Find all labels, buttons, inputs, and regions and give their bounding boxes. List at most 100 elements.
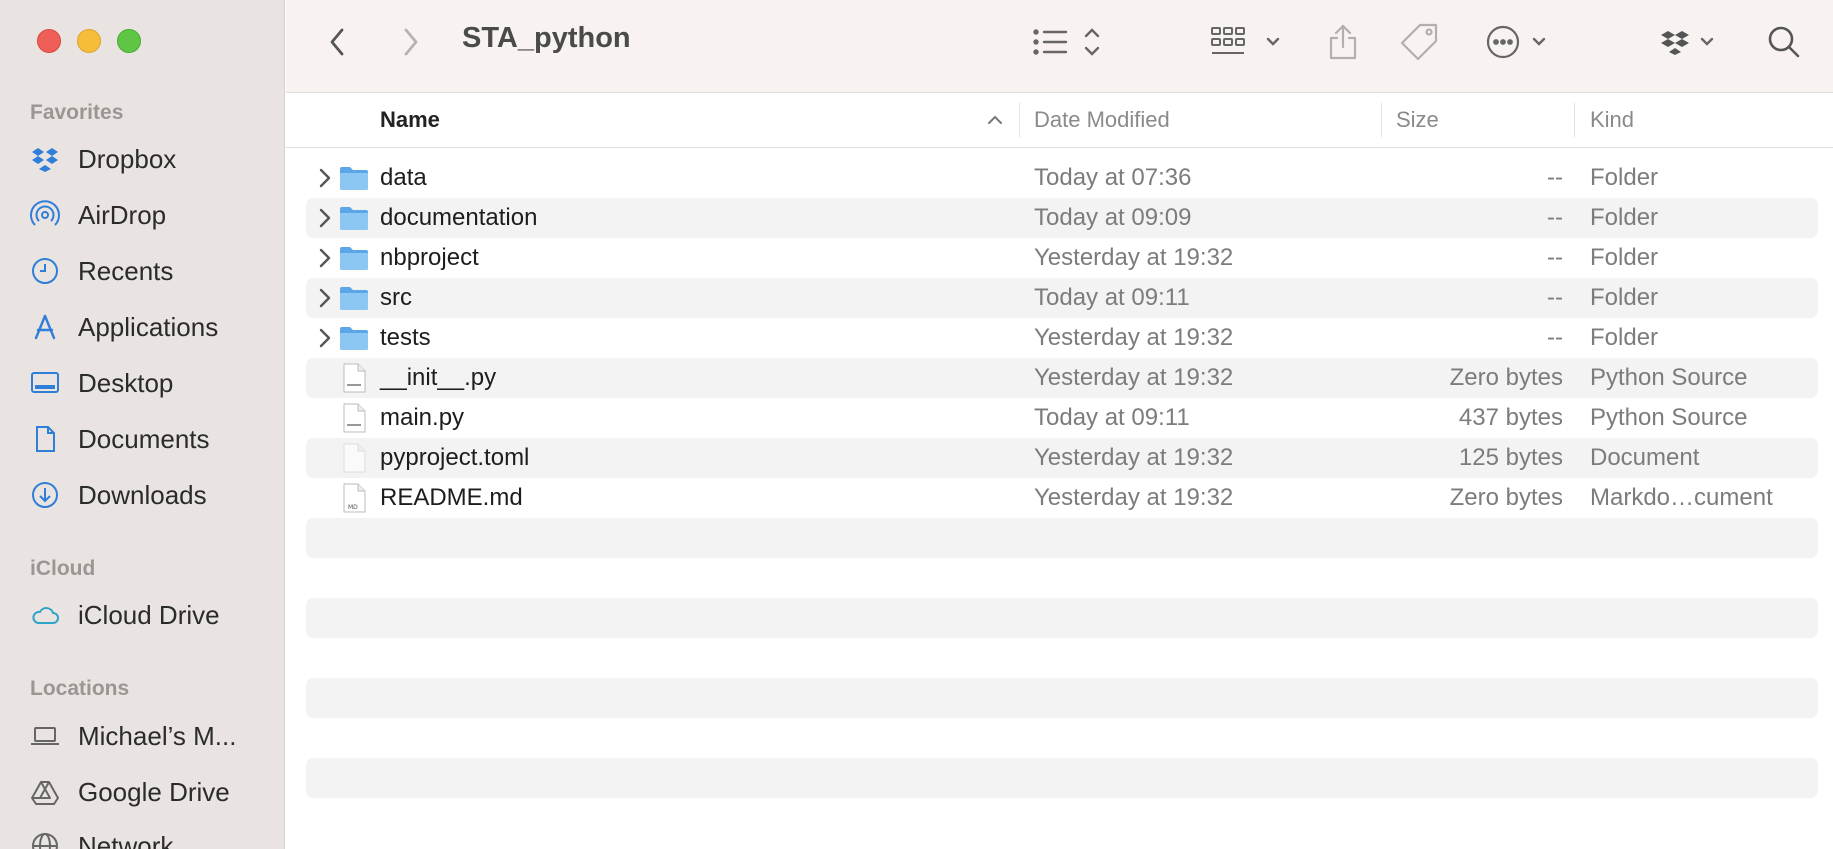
group-button[interactable] (1210, 20, 1290, 64)
disclosure-chevron-icon[interactable] (314, 167, 334, 189)
view-list-button[interactable] (1032, 20, 1112, 64)
dropbox-icon (30, 143, 68, 175)
sidebar-item-macbook[interactable]: Michael’s M... (30, 716, 280, 756)
airdrop-icon (30, 199, 68, 231)
dropbox-icon (1661, 31, 1714, 55)
share-icon (1329, 24, 1357, 60)
chevron-right-icon (404, 28, 418, 56)
file-date-modified: Today at 09:11 (1034, 404, 1190, 431)
file-row[interactable]: main.py Today at 09:11 437 bytes Python Sou… (306, 398, 1818, 438)
list-view-icon (1033, 28, 1100, 56)
dropbox-menu-button[interactable] (1658, 20, 1728, 64)
column-header-kind[interactable]: Kind (1590, 107, 1634, 133)
sidebar-item-google-drive[interactable]: Google Drive (30, 772, 280, 812)
disclosure-chevron-icon[interactable] (314, 287, 334, 309)
file-name: tests (380, 324, 431, 351)
folder-icon (338, 202, 370, 234)
disclosure-chevron-icon[interactable] (314, 327, 334, 349)
file-name: main.py (380, 404, 465, 431)
empty-row (306, 678, 1818, 718)
file-row[interactable]: __init__.py Yesterday at 19:32 Zero bytes P… (306, 358, 1818, 398)
column-header-name[interactable]: Name (380, 107, 440, 133)
file-row[interactable]: MD README.md Yesterday at 19:32 Zero bytes M… (306, 478, 1818, 518)
applications-icon (30, 311, 68, 343)
sidebar-item-airdrop[interactable]: AirDrop (30, 195, 280, 235)
sidebar-heading-locations: Locations (30, 677, 130, 700)
file-size: -- (1547, 164, 1563, 191)
file-kind: Markdo…cument (1590, 484, 1773, 511)
grid-view-icon (1211, 27, 1280, 54)
sidebar-item-icloud-drive[interactable]: iCloud Drive (30, 595, 280, 635)
sidebar-heading-favorites: Favorites (30, 101, 124, 124)
column-header-date-modified[interactable]: Date Modified (1034, 107, 1170, 133)
search-button[interactable] (1766, 20, 1802, 64)
sidebar-item-label: Applications (78, 311, 219, 342)
toolbar: STA_python (286, 0, 1833, 93)
zoom-window-button[interactable] (117, 29, 141, 53)
empty-row (306, 638, 1818, 678)
python-file-icon (338, 402, 370, 434)
more-actions-button[interactable] (1484, 20, 1564, 64)
file-size: -- (1547, 244, 1563, 271)
file-kind: Folder (1590, 324, 1659, 351)
file-kind: Folder (1590, 204, 1659, 231)
file-size: Zero bytes (1449, 364, 1563, 391)
file-size: -- (1547, 204, 1563, 231)
file-size: Zero bytes (1449, 484, 1563, 511)
file-row[interactable]: pyproject.toml Yesterday at 19:32 125 byte… (306, 438, 1818, 478)
file-row[interactable]: nbproject Yesterday at 19:32 -- Folder (306, 238, 1818, 278)
file-kind: Document (1590, 444, 1700, 471)
file-date-modified: Yesterday at 19:32 (1034, 484, 1234, 511)
empty-row (306, 758, 1818, 798)
sidebar-item-downloads[interactable]: Downloads (30, 475, 280, 515)
desktop-icon (30, 367, 68, 399)
file-row[interactable]: documentation Today at 09:09 -- Folder (306, 198, 1818, 238)
folder-icon (338, 162, 370, 194)
sidebar-item-label: Michael’s M... (78, 720, 237, 751)
file-date-modified: Today at 09:09 (1034, 204, 1192, 231)
sidebar-item-network[interactable]: Network (30, 826, 280, 849)
back-button[interactable] (326, 20, 350, 64)
file-kind: Folder (1590, 164, 1659, 191)
disclosure-chevron-icon[interactable] (314, 207, 334, 229)
sidebar-item-label: Network (78, 830, 174, 849)
file-list: data Today at 07:36 -- Folder documentation T… (306, 158, 1818, 838)
sidebar: Favorites Dropbox AirDrop Recents Applic… (0, 0, 285, 849)
sidebar-item-desktop[interactable]: Desktop (30, 363, 280, 403)
file-name: README.md (380, 484, 523, 511)
empty-row (306, 718, 1818, 758)
chevron-left-icon (330, 28, 344, 56)
sidebar-heading-icloud: iCloud (30, 557, 96, 580)
file-row[interactable]: src Today at 09:11 -- Folder (306, 278, 1818, 318)
network-icon (30, 830, 68, 849)
file-date-modified: Yesterday at 19:32 (1034, 364, 1234, 391)
file-name: nbproject (380, 244, 479, 271)
file-date-modified: Today at 09:11 (1034, 284, 1190, 311)
close-window-button[interactable] (37, 29, 61, 53)
minimize-window-button[interactable] (77, 29, 101, 53)
sidebar-item-dropbox[interactable]: Dropbox (30, 139, 280, 179)
file-row[interactable]: tests Yesterday at 19:32 -- Folder (306, 318, 1818, 358)
folder-icon (338, 242, 370, 274)
google-drive-icon (30, 776, 68, 808)
sidebar-item-documents[interactable]: Documents (30, 419, 280, 459)
file-size: -- (1547, 324, 1563, 351)
share-button[interactable] (1326, 20, 1360, 64)
column-header-size[interactable]: Size (1396, 107, 1439, 133)
sidebar-item-label: Desktop (78, 367, 174, 398)
folder-icon (338, 282, 370, 314)
empty-row (306, 558, 1818, 598)
forward-button[interactable] (398, 20, 422, 64)
sidebar-item-label: Downloads (78, 479, 207, 510)
file-date-modified: Yesterday at 19:32 (1034, 244, 1234, 271)
sidebar-item-applications[interactable]: Applications (30, 307, 280, 347)
folder-icon (338, 322, 370, 354)
file-row[interactable]: data Today at 07:36 -- Folder (306, 158, 1818, 198)
empty-row (306, 798, 1818, 838)
document-icon (30, 423, 68, 455)
download-icon (30, 479, 68, 511)
tags-button[interactable] (1398, 20, 1440, 64)
sidebar-item-recents[interactable]: Recents (30, 251, 280, 291)
file-kind: Python Source (1590, 364, 1748, 391)
disclosure-chevron-icon[interactable] (314, 247, 334, 269)
